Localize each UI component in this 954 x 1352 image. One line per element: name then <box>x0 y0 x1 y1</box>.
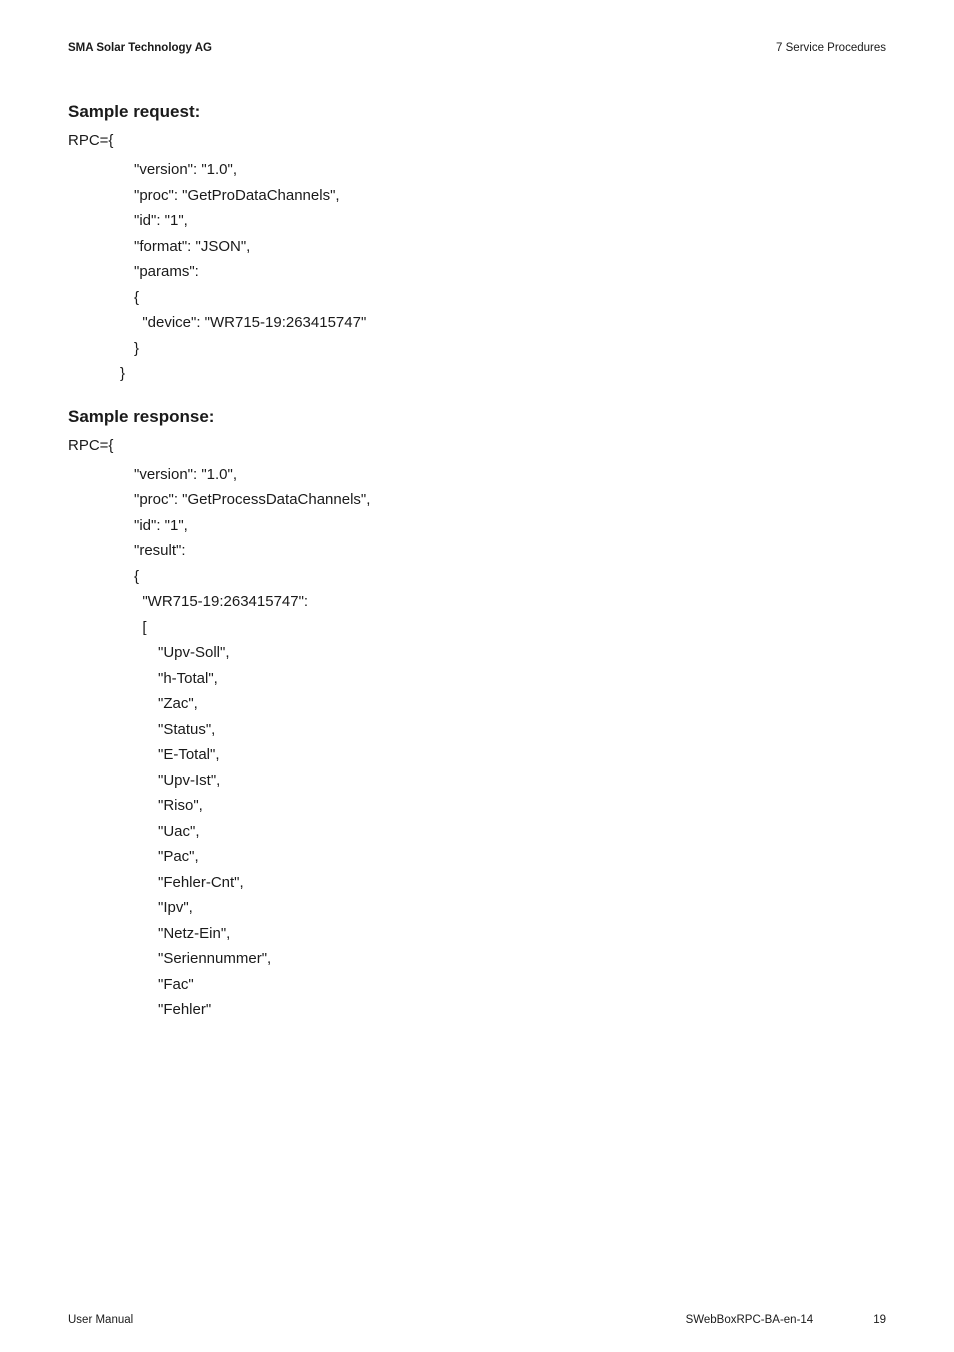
response-code-block: "version": "1.0", "proc": "GetProcessDat… <box>68 462 886 1023</box>
code-line: "params": <box>68 259 886 285</box>
footer-left: User Manual <box>68 1314 133 1326</box>
code-line: "proc": "GetProDataChannels", <box>68 183 886 209</box>
code-line: "Riso", <box>68 793 886 819</box>
sample-request-heading: Sample request: <box>68 102 886 122</box>
code-line: { <box>68 285 886 311</box>
sample-response-heading: Sample response: <box>68 407 886 427</box>
page: SMA Solar Technology AG 7 Service Proced… <box>0 0 954 1352</box>
code-line: "id": "1", <box>68 208 886 234</box>
rpc-open-request: RPC={ <box>68 132 886 149</box>
header-company: SMA Solar Technology AG <box>68 42 212 54</box>
rpc-open-response: RPC={ <box>68 437 886 454</box>
code-line: "Fac" <box>68 972 886 998</box>
code-line: "version": "1.0", <box>68 157 886 183</box>
code-line: "device": "WR715-19:263415747" <box>68 310 886 336</box>
footer-page-number: 19 <box>873 1314 886 1326</box>
code-line: "Fehler" <box>68 997 886 1023</box>
code-line: "Zac", <box>68 691 886 717</box>
code-line: "Ipv", <box>68 895 886 921</box>
code-line: "Upv-Soll", <box>68 640 886 666</box>
code-line: "E-Total", <box>68 742 886 768</box>
footer: User Manual SWebBoxRPC-BA-en-14 19 <box>68 1314 886 1326</box>
code-line: { <box>68 564 886 590</box>
code-line: "id": "1", <box>68 513 886 539</box>
code-line: "Upv-Ist", <box>68 768 886 794</box>
code-line: "WR715-19:263415747": <box>68 589 886 615</box>
code-line: "h-Total", <box>68 666 886 692</box>
header-section: 7 Service Procedures <box>776 42 886 54</box>
code-line: "result": <box>68 538 886 564</box>
code-line: "Seriennummer", <box>68 946 886 972</box>
code-line: "Fehler-Cnt", <box>68 870 886 896</box>
code-line: "format": "JSON", <box>68 234 886 260</box>
code-line: "Uac", <box>68 819 886 845</box>
code-line: } <box>68 361 886 387</box>
code-line: [ <box>68 615 886 641</box>
code-line: "version": "1.0", <box>68 462 886 488</box>
code-line: "Status", <box>68 717 886 743</box>
footer-doc-id: SWebBoxRPC-BA-en-14 <box>686 1314 814 1326</box>
code-line: "Netz-Ein", <box>68 921 886 947</box>
code-line: "Pac", <box>68 844 886 870</box>
code-line: "proc": "GetProcessDataChannels", <box>68 487 886 513</box>
header-bar: SMA Solar Technology AG 7 Service Proced… <box>68 42 886 54</box>
code-line: } <box>68 336 886 362</box>
request-code-block: "version": "1.0", "proc": "GetProDataCha… <box>68 157 886 387</box>
